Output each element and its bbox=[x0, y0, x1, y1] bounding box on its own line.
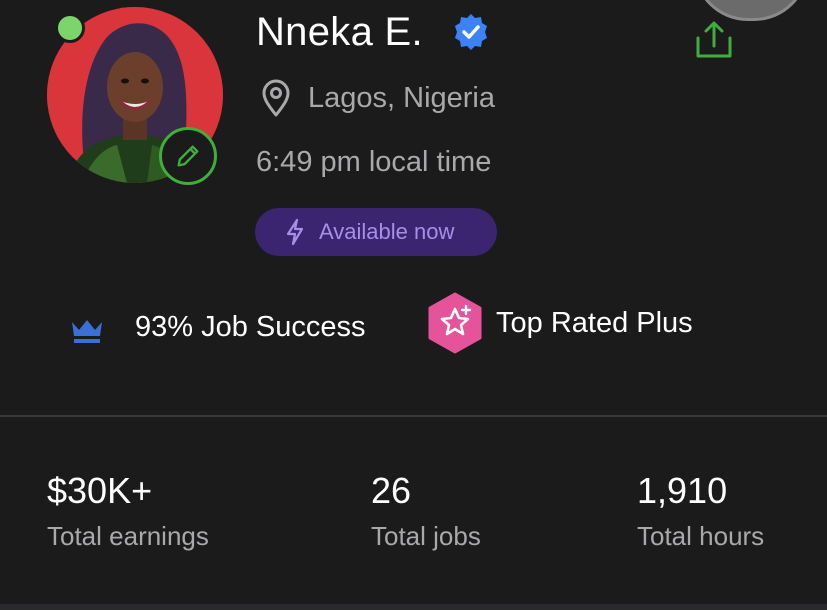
stat-label: Total earnings bbox=[47, 521, 209, 551]
top-rated-star-icon bbox=[428, 292, 482, 354]
stat-total-hours: 1,910 Total hours bbox=[637, 470, 764, 552]
section-divider bbox=[0, 415, 827, 417]
location-row: Lagos, Nigeria bbox=[260, 78, 495, 118]
share-icon[interactable] bbox=[692, 20, 736, 60]
availability-text: Available now bbox=[319, 219, 455, 244]
freelancer-profile-page: Nneka E. Lagos, Nigeria 6:49 pm local ti… bbox=[0, 0, 827, 610]
stat-value: $30K+ bbox=[47, 470, 153, 511]
top-overlay-button[interactable] bbox=[693, 0, 809, 21]
profile-name: Nneka E. bbox=[256, 10, 423, 54]
lightning-bolt-icon bbox=[286, 218, 304, 246]
top-rated-badge: Top Rated Plus bbox=[496, 307, 693, 339]
stat-value: 1,910 bbox=[637, 470, 728, 511]
stat-value: 26 bbox=[371, 470, 412, 511]
crown-icon bbox=[72, 320, 102, 343]
online-status-dot bbox=[55, 13, 85, 43]
verified-check-icon bbox=[455, 14, 487, 50]
avatar-container bbox=[47, 7, 223, 185]
location-pin-icon bbox=[262, 79, 290, 117]
stat-label: Total hours bbox=[637, 521, 765, 551]
pencil-icon bbox=[177, 145, 199, 167]
stat-total-jobs: 26 Total jobs bbox=[371, 470, 481, 552]
location-text: Lagos, Nigeria bbox=[308, 81, 495, 114]
availability-badge[interactable]: Available now bbox=[255, 208, 497, 256]
stat-label: Total jobs bbox=[371, 521, 481, 551]
job-success-badge: 93% Job Success bbox=[135, 311, 366, 343]
local-time: 6:49 pm local time bbox=[256, 146, 492, 178]
edit-photo-button[interactable] bbox=[159, 127, 217, 185]
stat-total-earnings: $30K+ Total earnings bbox=[47, 470, 209, 552]
bottom-edge bbox=[0, 604, 827, 610]
